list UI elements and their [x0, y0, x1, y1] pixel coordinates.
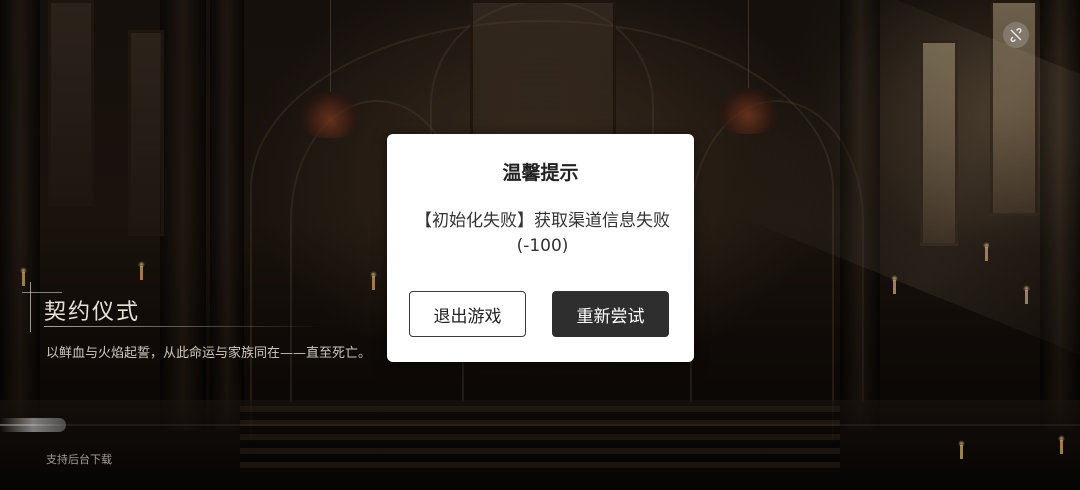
dialog-message: 【初始化失败】获取渠道信息失败(-100)	[415, 211, 670, 256]
background-download-label: 支持后台下载	[46, 453, 112, 466]
retry-button[interactable]: 重新尝试	[552, 291, 669, 337]
title-decoration-cross	[22, 292, 62, 293]
link-off-icon[interactable]	[1003, 22, 1029, 48]
exit-game-button[interactable]: 退出游戏	[409, 291, 526, 337]
notice-dialog: 温馨提示 【初始化失败】获取渠道信息失败(-100) 退出游戏 重新尝试	[387, 134, 694, 362]
progress-bullet-indicator	[0, 418, 66, 432]
link-off-icon-glyph	[1010, 28, 1022, 42]
title-decoration	[30, 282, 31, 332]
ceremony-title: 契约仪式	[44, 300, 141, 325]
ceremony-subtitle: 以鲜血与火焰起誓，从此命运与家族同在——直至死亡。	[46, 346, 372, 361]
download-progress-bar	[0, 424, 1080, 426]
title-underline	[44, 326, 322, 327]
dialog-title: 温馨提示	[502, 162, 579, 184]
